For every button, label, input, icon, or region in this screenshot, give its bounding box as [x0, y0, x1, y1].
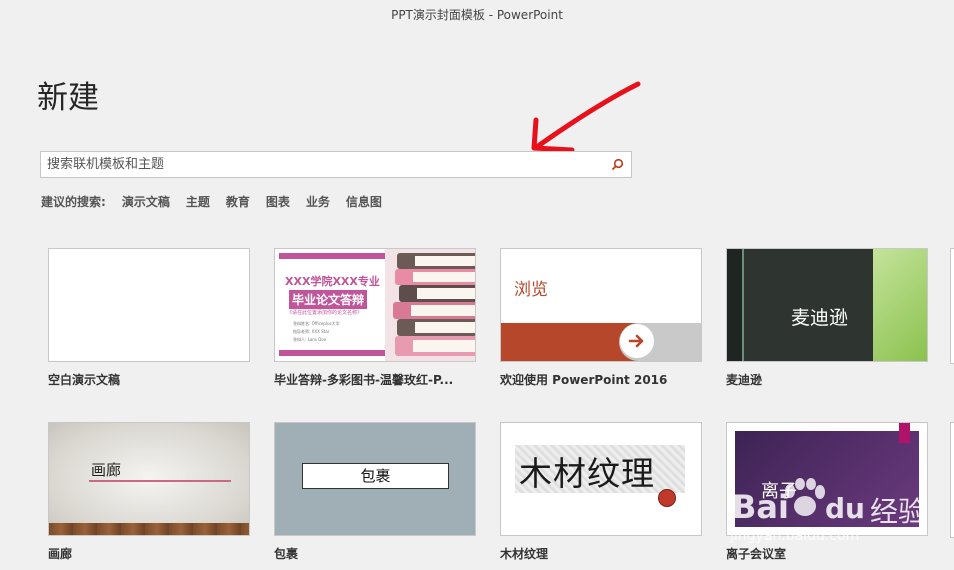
template-thumbnail[interactable]: 包裹 [274, 422, 476, 536]
search-input[interactable] [41, 152, 613, 177]
template-parcel[interactable]: 包裹 包裹 [274, 422, 476, 562]
template-blank[interactable]: 空白演示文稿 [48, 248, 250, 388]
thumb-parcel-text: 包裹 [302, 463, 449, 489]
thumb-line3: 《请在此位置添加你的论文名称》 [287, 310, 363, 316]
template-thumbnail[interactable]: 离子 [726, 422, 928, 536]
template-partial[interactable] [950, 248, 954, 364]
template-madison[interactable]: 麦迪逊 麦迪逊 [726, 248, 928, 388]
suggestion-infographic[interactable]: 信息图 [346, 193, 382, 210]
search-box [40, 151, 632, 178]
thumb-ion-text: 离子 [761, 481, 797, 502]
template-thumbnail[interactable] [48, 248, 250, 362]
template-thumbnail[interactable]: XXX学院XXX专业 毕业论文答辩 《请在此位置添加你的论文名称》 答辩姓名: … [274, 248, 476, 362]
thumb-line1: XXX学院XXX专业 [285, 275, 380, 288]
template-welcome[interactable]: 浏览 欢迎使用 PowerPoint 2016 [500, 248, 702, 388]
window-title: PPT演示封面模板 - PowerPoint [391, 8, 563, 22]
suggested-searches-label: 建议的搜索: [41, 195, 106, 209]
template-thumbnail[interactable]: 麦迪逊 [726, 248, 928, 362]
template-caption: 空白演示文稿 [48, 373, 121, 387]
thumb-line2: 毕业论文答辩 [289, 290, 368, 309]
thumb-meta1: 答辩姓名: Officeplus大学 [293, 321, 340, 326]
arrow-right-icon [620, 324, 654, 358]
template-graduation[interactable]: XXX学院XXX专业 毕业论文答辩 《请在此位置添加你的论文名称》 答辩姓名: … [274, 248, 476, 388]
thumb-meta3: 答辩人: Lans Doe [293, 337, 327, 342]
search-icon [611, 158, 623, 171]
template-wood[interactable]: 木材纹理 木材纹理 [500, 422, 702, 562]
template-thumbnail[interactable]: 木材纹理 [500, 422, 702, 536]
template-caption: 包裹 [274, 547, 299, 561]
dot-icon [658, 489, 676, 507]
books-illustration [385, 249, 475, 361]
search-button[interactable] [605, 153, 629, 176]
thumb-madison-text: 麦迪逊 [791, 307, 849, 329]
template-ion[interactable]: 离子 离子会议室 [726, 422, 928, 562]
suggestion-chart[interactable]: 图表 [266, 193, 290, 210]
suggestion-education[interactable]: 教育 [226, 193, 250, 210]
page-title: 新建 [37, 80, 99, 116]
template-caption: 麦迪逊 [726, 373, 763, 387]
template-caption: 木材纹理 [500, 547, 549, 561]
template-caption: 离子会议室 [726, 547, 787, 561]
thumb-gallery-text: 画廊 [91, 461, 122, 479]
template-thumbnail[interactable]: 浏览 [500, 248, 702, 362]
template-partial[interactable] [950, 422, 954, 538]
template-caption: 毕业答辩-多彩图书-温馨玫红-P... [274, 373, 454, 387]
thumb-meta2: 指导老师: XXX Star [293, 329, 330, 334]
template-thumbnail[interactable]: 画廊 [48, 422, 250, 536]
template-caption: 欢迎使用 PowerPoint 2016 [500, 373, 668, 387]
suggestion-theme[interactable]: 主题 [186, 193, 210, 210]
template-caption: 画廊 [48, 547, 73, 561]
suggested-searches: 建议的搜索: 演示文稿 主题 教育 图表 业务 信息图 [41, 193, 382, 210]
thumb-wood-text: 木材纹理 [519, 454, 655, 493]
template-gallery[interactable]: 画廊 画廊 [48, 422, 250, 562]
suggestion-business[interactable]: 业务 [306, 193, 330, 210]
thumb-browse-text: 浏览 [514, 280, 548, 300]
suggestion-presentation[interactable]: 演示文稿 [122, 193, 170, 210]
annotation-arrow [531, 81, 641, 153]
